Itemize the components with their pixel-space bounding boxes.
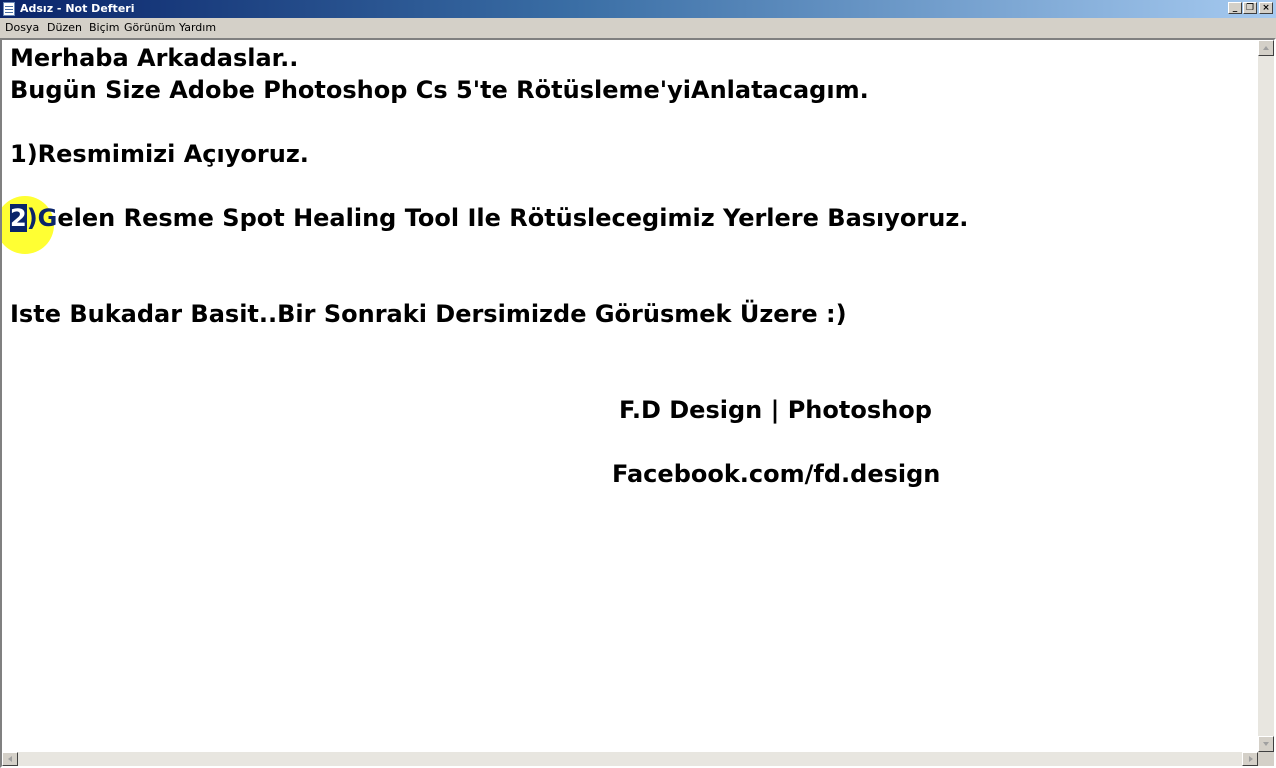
text-line-2: Bugün Size Adobe Photoshop Cs 5'te Rötüs… bbox=[10, 76, 869, 104]
window-title: Adsız - Not Defteri bbox=[20, 2, 135, 15]
scroll-left-button[interactable] bbox=[2, 752, 18, 766]
text-line-4: 2)Gelen Resme Spot Healing Tool Ile Rötü… bbox=[10, 204, 968, 232]
line-4-blue-text: )G bbox=[26, 204, 58, 232]
minimize-button[interactable]: _ bbox=[1228, 2, 1242, 14]
text-line-1: Merhaba Arkadaslar.. bbox=[10, 44, 299, 72]
restore-icon: ❐ bbox=[1245, 3, 1255, 13]
selected-text: 2 bbox=[10, 204, 27, 232]
signature-text: F.D Design | Photoshop bbox=[619, 396, 932, 424]
scrollbar-corner bbox=[1258, 752, 1274, 766]
text-line-3: 1)Resmimizi Açıyoruz. bbox=[10, 140, 309, 168]
menu-bicim[interactable]: Biçim bbox=[89, 21, 119, 35]
menu-gorunum[interactable]: Görünüm bbox=[124, 21, 175, 35]
scroll-right-button[interactable] bbox=[1242, 752, 1258, 766]
arrow-right-icon bbox=[1249, 756, 1253, 762]
menu-yardim[interactable]: Yardım bbox=[179, 21, 216, 35]
title-bar[interactable]: Adsız - Not Defteri _ ❐ × bbox=[0, 0, 1276, 18]
facebook-link-text: Facebook.com/fd.design bbox=[612, 460, 941, 488]
restore-button[interactable]: ❐ bbox=[1243, 2, 1257, 14]
notepad-icon bbox=[3, 2, 15, 16]
scroll-up-button[interactable] bbox=[1258, 40, 1274, 56]
menu-dosya[interactable]: Dosya bbox=[5, 21, 39, 35]
close-button[interactable]: × bbox=[1259, 2, 1273, 14]
text-line-5: Iste Bukadar Basit..Bir Sonraki Dersimiz… bbox=[10, 300, 847, 328]
horizontal-scrollbar[interactable] bbox=[2, 752, 1258, 766]
arrow-left-icon bbox=[8, 756, 12, 762]
close-icon: × bbox=[1262, 3, 1270, 13]
editor-frame: Merhaba Arkadaslar.. Bugün Size Adobe Ph… bbox=[0, 38, 1276, 768]
vertical-scrollbar[interactable] bbox=[1258, 40, 1274, 752]
text-area[interactable]: Merhaba Arkadaslar.. Bugün Size Adobe Ph… bbox=[2, 40, 1258, 752]
scroll-down-button[interactable] bbox=[1258, 736, 1274, 752]
arrow-down-icon bbox=[1263, 742, 1269, 746]
line-4-text: elen Resme Spot Healing Tool Ile Rötüsle… bbox=[57, 204, 969, 232]
minimize-icon: _ bbox=[1232, 3, 1238, 13]
arrow-up-icon bbox=[1263, 46, 1269, 50]
menu-bar: Dosya Düzen Biçim Görünüm Yardım bbox=[0, 18, 1276, 38]
menu-duzen[interactable]: Düzen bbox=[47, 21, 82, 35]
